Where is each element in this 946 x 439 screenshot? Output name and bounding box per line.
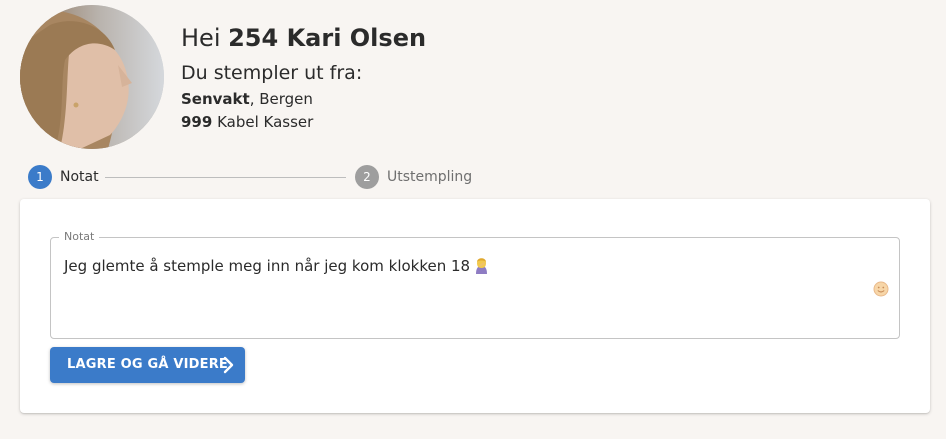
user-photo	[20, 5, 164, 149]
user-name: 254 Kari Olsen	[228, 24, 427, 52]
shift-type: Senvakt	[181, 90, 250, 108]
smiley-icon[interactable]	[873, 281, 889, 297]
greeting-heading: Hei 254 Kari Olsen	[181, 22, 426, 54]
step-2-label[interactable]: Utstempling	[387, 165, 472, 189]
note-field[interactable]: Notat Jeg glemte å stemple meg inn når j…	[50, 230, 900, 339]
chevron-right-icon	[223, 356, 234, 374]
step-2-indicator[interactable]: 2	[355, 165, 379, 189]
save-and-continue-button[interactable]: LAGRE OG GÅ VIDERE	[50, 347, 245, 383]
department-name: Kabel Kasser	[212, 113, 314, 131]
department-code: 999	[181, 113, 213, 131]
avatar	[20, 5, 164, 149]
person-facepalming-icon	[476, 258, 488, 274]
step-connector	[105, 177, 346, 178]
greeting-prefix: Hei	[181, 24, 229, 52]
shift-info: Senvakt, Bergen	[181, 88, 313, 110]
step-1-label[interactable]: Notat	[60, 165, 99, 189]
note-field-label: Notat	[59, 230, 100, 244]
save-button-label: LAGRE OG GÅ VIDERE	[67, 357, 228, 372]
clock-out-label: Du stempler ut fra:	[181, 62, 363, 84]
department-info: 999 Kabel Kasser	[181, 111, 313, 133]
note-card: Notat Jeg glemte å stemple meg inn når j…	[20, 199, 930, 413]
step-1-indicator[interactable]: 1	[28, 165, 52, 189]
stepper: 1 Notat 2 Utstempling	[28, 165, 488, 189]
shift-location: , Bergen	[249, 90, 313, 108]
note-input[interactable]: Jeg glemte å stemple meg inn når jeg kom…	[64, 256, 489, 276]
note-text: Jeg glemte å stemple meg inn når jeg kom…	[64, 257, 471, 275]
